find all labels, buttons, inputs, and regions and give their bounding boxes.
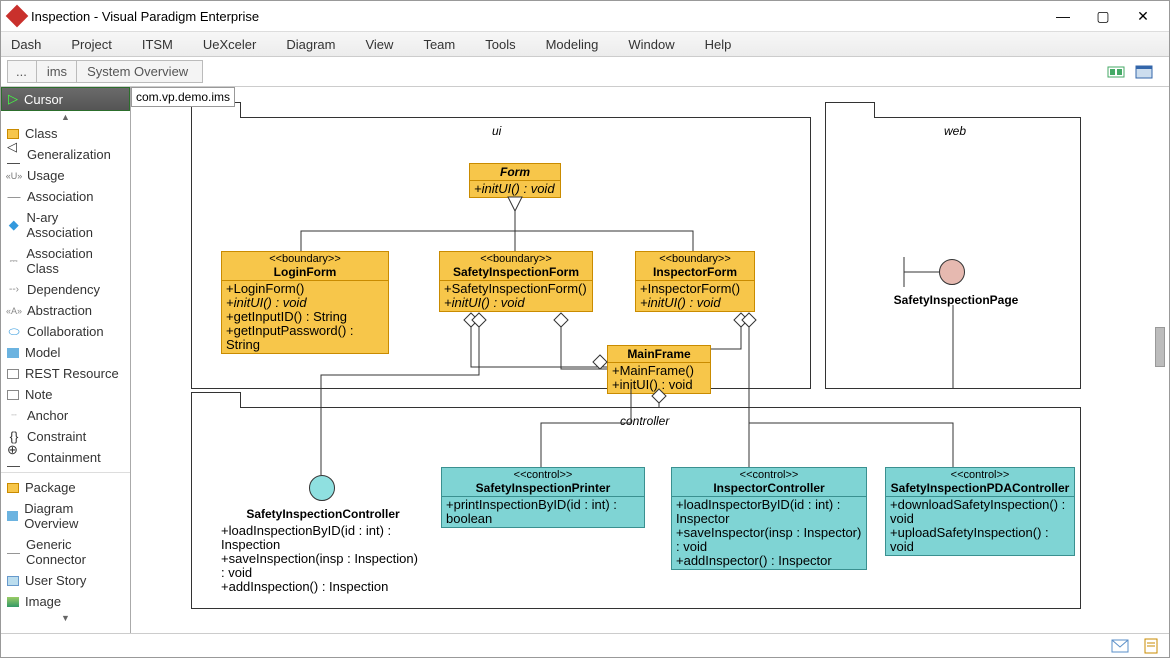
class-safetyinspectionprinter[interactable]: <<control>>SafetyInspectionPrinter +prin… [441, 467, 645, 528]
class-icon [7, 129, 19, 139]
menu-tools[interactable]: Tools [485, 37, 515, 52]
menu-help[interactable]: Help [705, 37, 732, 52]
maximize-button[interactable]: ▢ [1085, 4, 1121, 28]
palette-containment[interactable]: ⊕—Containment [1, 447, 130, 468]
mail-icon[interactable] [1111, 639, 1129, 653]
menu-dash[interactable]: Dash [11, 37, 41, 52]
vertical-scrollbar[interactable] [1155, 327, 1165, 367]
palette-user-story[interactable]: User Story [1, 570, 130, 591]
palette-cursor[interactable]: ▷ Cursor [1, 87, 130, 111]
menu-project[interactable]: Project [71, 37, 111, 52]
window-title: Inspection - Visual Paradigm Enterprise [31, 9, 259, 24]
palette-association[interactable]: —Association [1, 186, 130, 207]
package-path-field[interactable]: com.vp.demo.ims [131, 87, 235, 107]
diagram-canvas[interactable]: ui web controller Form +initUI() : void … [131, 87, 1169, 633]
palette-generalization[interactable]: ◁—Generalization [1, 144, 130, 165]
control-sic-icon[interactable] [309, 475, 335, 501]
interface-safetyinspectionpage-icon[interactable] [939, 259, 965, 285]
class-loginform[interactable]: <<boundary>>LoginForm +LoginForm() +init… [221, 251, 389, 354]
palette-anchor[interactable]: ┄Anchor [1, 405, 130, 426]
association-icon: — [7, 190, 21, 204]
palette-collaboration[interactable]: ⬭Collaboration [1, 321, 130, 342]
breadcrumb-system-overview[interactable]: System Overview [76, 60, 203, 83]
anchor-icon: ┄ [7, 409, 21, 423]
palette-abstraction[interactable]: «A»Abstraction [1, 300, 130, 321]
menu-view[interactable]: View [365, 37, 393, 52]
class-mainframe[interactable]: MainFrame +MainFrame() +initUI() : void [607, 345, 711, 394]
menu-window[interactable]: Window [628, 37, 674, 52]
user-story-icon [7, 576, 19, 586]
class-safetyinspectionpage[interactable]: SafetyInspectionPage [881, 293, 1031, 307]
palette-package[interactable]: Package [1, 477, 130, 498]
class-inspectorform[interactable]: <<boundary>>InspectorForm +InspectorForm… [635, 251, 755, 312]
class-pdacontroller[interactable]: <<control>>SafetyInspectionPDAController… [885, 467, 1075, 556]
palette-collapse-down[interactable]: ▼ [1, 612, 130, 624]
close-button[interactable]: ✕ [1125, 4, 1161, 28]
palette-assoc-class[interactable]: ⎓Association Class [1, 243, 130, 279]
generic-connector-icon: — [7, 545, 20, 559]
package-icon [7, 483, 19, 493]
statusbar [1, 633, 1169, 657]
palette-nary[interactable]: ◆N-ary Association [1, 207, 130, 243]
palette-cursor-label: Cursor [24, 92, 63, 107]
assoc-class-icon: ⎓ [7, 254, 20, 268]
palette-diagram-overview[interactable]: Diagram Overview [1, 498, 130, 534]
palette-rest[interactable]: REST Resource [1, 363, 130, 384]
palette-collapse-up[interactable]: ▲ [1, 111, 130, 123]
breadcrumb: ... ims System Overview [7, 60, 197, 83]
palette-note[interactable]: Note [1, 384, 130, 405]
palette-image[interactable]: Image [1, 591, 130, 612]
palette-generic-connector[interactable]: —Generic Connector [1, 534, 130, 570]
class-form[interactable]: Form +initUI() : void [469, 163, 561, 198]
collaboration-icon: ⬭ [7, 325, 21, 339]
breadcrumb-bar: ... ims System Overview [1, 57, 1169, 87]
generalization-icon: ◁— [7, 148, 21, 162]
note-icon [7, 390, 19, 400]
rest-icon [7, 369, 19, 379]
package-controller-label: controller [620, 414, 669, 428]
tool-palette: ▷ Cursor ▲ Class ◁—Generalization «U»Usa… [1, 87, 131, 633]
panel-icon[interactable] [1135, 64, 1153, 80]
note-status-icon[interactable] [1143, 638, 1159, 654]
model-icon [7, 348, 19, 358]
app-logo-icon [6, 5, 29, 28]
palette-dependency[interactable]: --›Dependency [1, 279, 130, 300]
menu-modeling[interactable]: Modeling [546, 37, 599, 52]
cursor-icon: ▷ [8, 91, 18, 107]
class-inspectorcontroller[interactable]: <<control>>InspectorController +loadInsp… [671, 467, 867, 570]
package-web-label: web [944, 124, 966, 138]
dependency-icon: --› [7, 283, 21, 297]
package-ui-label: ui [492, 124, 501, 138]
diagram-overview-icon [7, 511, 18, 521]
menubar: Dash Project ITSM UeXceler Diagram View … [1, 31, 1169, 57]
package-web[interactable]: web [825, 117, 1081, 389]
palette-usage[interactable]: «U»Usage [1, 165, 130, 186]
class-safetyinspectionform[interactable]: <<boundary>>SafetyInspectionForm +Safety… [439, 251, 593, 312]
usage-icon: «U» [7, 169, 21, 183]
menu-team[interactable]: Team [423, 37, 455, 52]
menu-itsm[interactable]: ITSM [142, 37, 173, 52]
image-icon [7, 597, 19, 607]
menu-uexceler[interactable]: UeXceler [203, 37, 256, 52]
minimize-button[interactable]: — [1045, 4, 1081, 28]
nary-icon: ◆ [7, 218, 21, 232]
titlebar: Inspection - Visual Paradigm Enterprise … [1, 1, 1169, 31]
palette-model[interactable]: Model [1, 342, 130, 363]
containment-icon: ⊕— [7, 451, 21, 465]
menu-diagram[interactable]: Diagram [286, 37, 335, 52]
layout-icon[interactable] [1107, 64, 1125, 80]
abstraction-icon: «A» [7, 304, 21, 318]
class-safetyinspectioncontroller[interactable]: SafetyInspectionController +loadInspecti… [221, 507, 425, 594]
